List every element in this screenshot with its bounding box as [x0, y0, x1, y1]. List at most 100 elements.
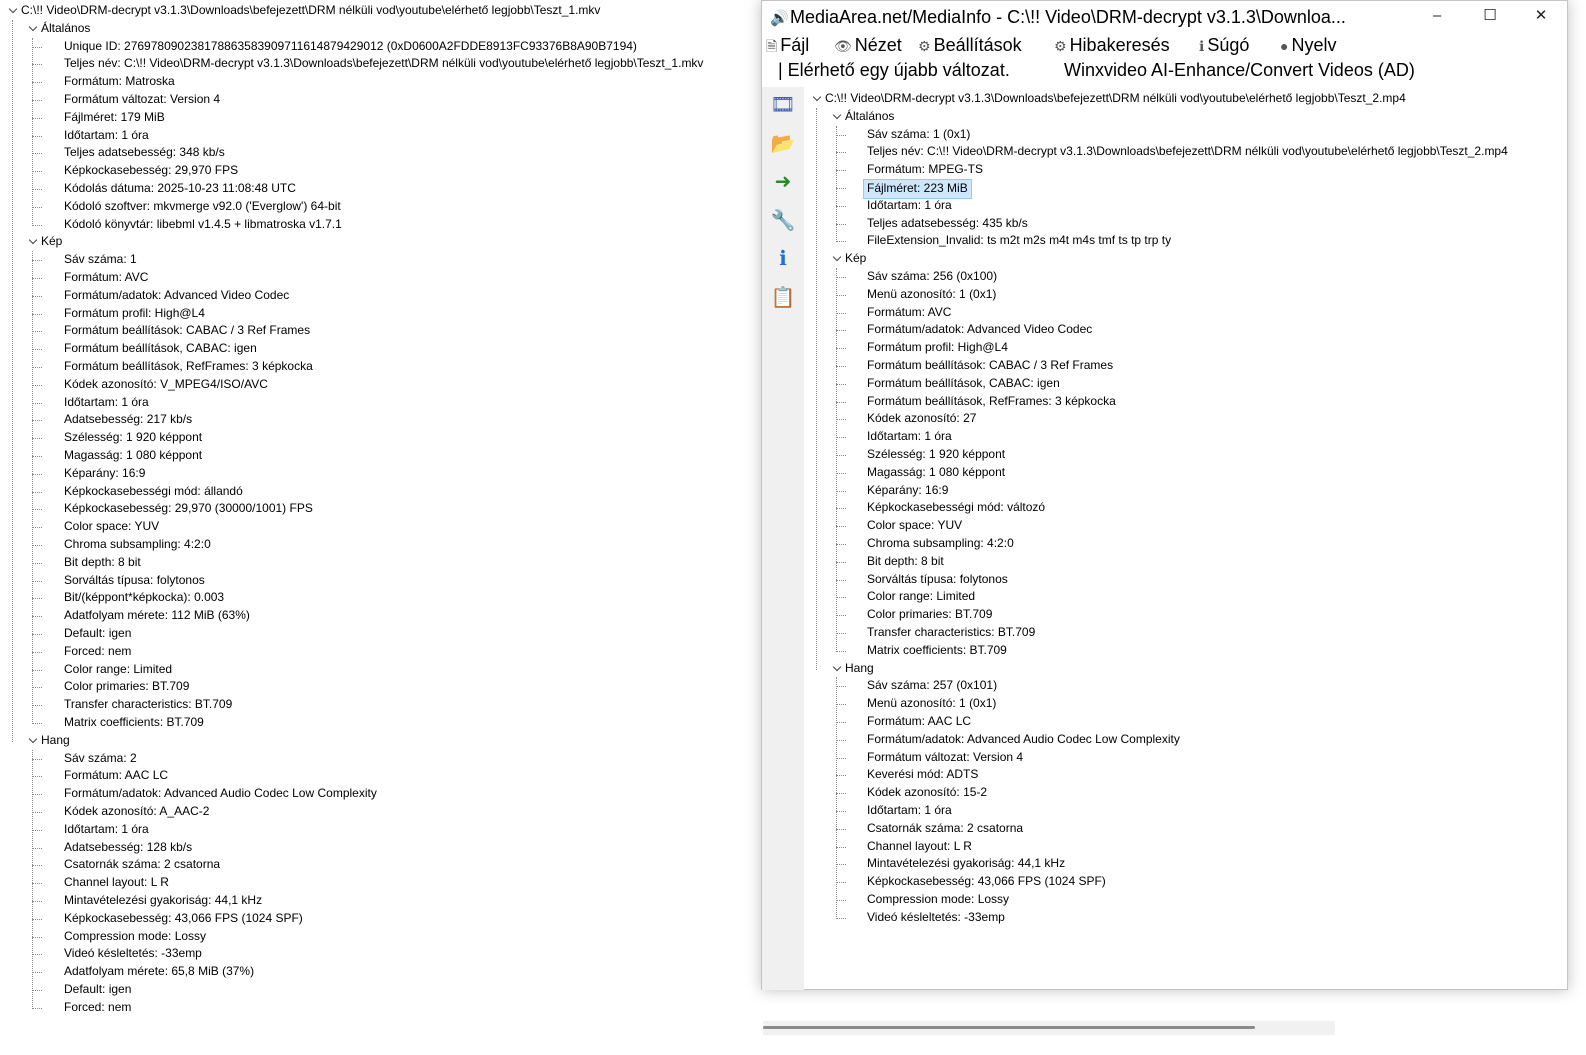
tree-connector — [836, 650, 846, 652]
tree-connector — [32, 634, 42, 635]
tree-connector — [32, 171, 42, 173]
tree-view-teszt2[interactable]: C:\!! Video\DRM-decrypt v3.1.3\Downloads… — [804, 87, 1567, 990]
open-folder-icon[interactable]: 📂 — [767, 128, 799, 160]
info-field: Default: igen — [64, 982, 132, 996]
tree-connector — [32, 349, 42, 351]
expand-chevron-icon[interactable] — [812, 94, 822, 104]
menu-fajl[interactable]: 🗎 Fájl — [766, 35, 809, 60]
menu-hibakereses[interactable]: ⚙ Hibakeresés — [1054, 35, 1170, 56]
tree-connector — [32, 402, 42, 404]
expand-chevron-icon[interactable] — [28, 736, 38, 746]
tree-connector — [32, 901, 42, 902]
info-icon[interactable]: ℹ — [767, 243, 799, 275]
tree-connector — [32, 420, 42, 422]
tree-connector — [32, 295, 42, 297]
tree-connector — [836, 455, 846, 456]
info-field: Videó késleltetés: -33emp — [64, 946, 202, 961]
info-field: Időtartam: 1 óra — [867, 803, 952, 817]
menu-label: Hibakeresés — [1069, 35, 1170, 55]
info-field: Formátum/adatok: Advanced Audio Codec Lo… — [867, 731, 1180, 746]
tree-connector — [836, 152, 846, 154]
scrollbar-thumb[interactable] — [763, 1026, 1255, 1029]
tree-connector — [836, 722, 846, 723]
expand-chevron-icon[interactable] — [832, 664, 842, 674]
open-file-icon[interactable]: 🎞 — [767, 89, 799, 121]
tree-connector — [32, 883, 42, 885]
export-icon[interactable]: ➜ — [767, 166, 799, 198]
preferences-icon[interactable]: 🔧 — [767, 205, 799, 237]
compare-icon[interactable]: 📋 — [767, 282, 799, 314]
tree-connector — [836, 900, 846, 901]
tree-connector — [32, 651, 42, 653]
info-field: Forced: nem — [64, 999, 132, 1014]
menu-nyelv[interactable]: ● Nyelv — [1280, 35, 1336, 56]
info-field: Mintavételezési gyakoriság: 44,1 kHz — [64, 893, 263, 907]
horizontal-scrollbar[interactable] — [763, 1021, 1335, 1035]
tree-connector — [32, 580, 42, 582]
tree-connector — [32, 438, 42, 440]
tree-connector — [32, 545, 42, 546]
tree-connector — [836, 437, 846, 439]
window-title: MediaArea.net/MediaInfo - C:\!! Video\DR… — [790, 7, 1346, 27]
info-field: Teljes adatsebesség: 348 kb/s — [64, 145, 225, 160]
mediainfo-window: 🔊 MediaArea.net/MediaInfo - C:\!! Video\… — [761, 0, 1568, 990]
menu-label: Nézet — [854, 35, 902, 55]
notice-bar: | Elérhető egy újabb változat. Winxvideo… — [762, 59, 1567, 87]
ad-link[interactable]: Winxvideo AI-Enhance/Convert Videos (AD) — [1064, 60, 1415, 81]
tree-connector — [32, 491, 42, 493]
minimize-button[interactable]: – — [1414, 1, 1460, 33]
info-field: Adatfolyam mérete: 112 MiB (63%) — [64, 608, 250, 623]
info-field: Képkockasebességi mód: változó — [867, 500, 1046, 515]
info-field: Transfer characteristics: BT.709 — [867, 625, 1036, 639]
expand-chevron-icon[interactable] — [28, 24, 38, 34]
info-field: Csatornák száma: 2 csatorna — [64, 857, 221, 872]
title-bar[interactable]: 🔊 MediaArea.net/MediaInfo - C:\!! Video\… — [762, 1, 1567, 33]
info-field: Unique ID: 27697809023817886358390971161… — [64, 38, 637, 53]
tree-connector — [836, 633, 846, 634]
tree-connector — [32, 313, 42, 315]
info-field: Kódek azonosító: 15-2 — [867, 785, 988, 800]
info-field: Teljes név: C:\!! Video\DRM-decrypt v3.1… — [867, 144, 1508, 159]
info-field: Videó késleltetés: -33emp — [867, 909, 1005, 924]
help-icon: ℹ — [1199, 38, 1205, 54]
menu-sugo[interactable]: ℹ Súgó — [1199, 35, 1249, 56]
info-field: Menü azonosító: 1 (0x1) — [867, 286, 997, 301]
close-button[interactable]: ✕ — [1518, 1, 1564, 33]
menu-label: Súgó — [1207, 35, 1250, 55]
expand-chevron-icon[interactable] — [832, 112, 842, 122]
info-field: Formátum: Matroska — [64, 74, 175, 89]
info-field: Compression mode: Lossy — [64, 928, 207, 943]
update-notice-link[interactable]: | Elérhető egy újabb változat. — [778, 60, 1010, 81]
expand-chevron-icon[interactable] — [8, 6, 18, 16]
info-field: Magasság: 1 080 képpont — [867, 464, 1006, 479]
menu-nezet[interactable]: 👁 Nézet — [834, 35, 902, 56]
info-field: Formátum: AVC — [64, 270, 149, 284]
info-field: Transfer characteristics: BT.709 — [64, 697, 233, 712]
expand-chevron-icon[interactable] — [832, 254, 842, 264]
tree-connector — [32, 972, 42, 974]
info-field: Adatfolyam mérete: 65,8 MiB (37%) — [64, 964, 255, 979]
info-field: Formátum profil: High@L4 — [64, 305, 205, 320]
section-title: Kép — [845, 251, 867, 266]
info-field: Időtartam: 1 óra — [867, 197, 952, 212]
tree-connector — [836, 348, 846, 350]
info-field: Sáv száma: 257 (0x101) — [867, 678, 998, 693]
info-field: Matrix coefficients: BT.709 — [867, 642, 1007, 657]
tree-connector — [32, 669, 42, 671]
menu-beallitasok[interactable]: ⚙ Beállítások — [918, 35, 1022, 56]
tree-connector — [32, 776, 42, 778]
expand-chevron-icon[interactable] — [28, 237, 38, 247]
tree-connector — [32, 100, 42, 101]
tree-connector — [836, 205, 846, 207]
tree-connector — [836, 597, 846, 599]
left-info-tree: C:\!! Video\DRM-decrypt v3.1.3\Downloads… — [0, 0, 762, 1055]
tree-connector — [32, 723, 42, 724]
tree-connector — [32, 206, 42, 208]
maximize-button[interactable]: ☐ — [1467, 1, 1513, 33]
section-title: Általános — [845, 108, 895, 123]
mediainfo-app-icon: 🔊 — [770, 10, 789, 27]
debug-icon: ⚙ — [1054, 38, 1067, 54]
info-field: Kódek azonosító: V_MPEG4/ISO/AVC — [64, 376, 268, 391]
tree-connector — [32, 812, 42, 813]
tree-connector — [32, 829, 42, 831]
